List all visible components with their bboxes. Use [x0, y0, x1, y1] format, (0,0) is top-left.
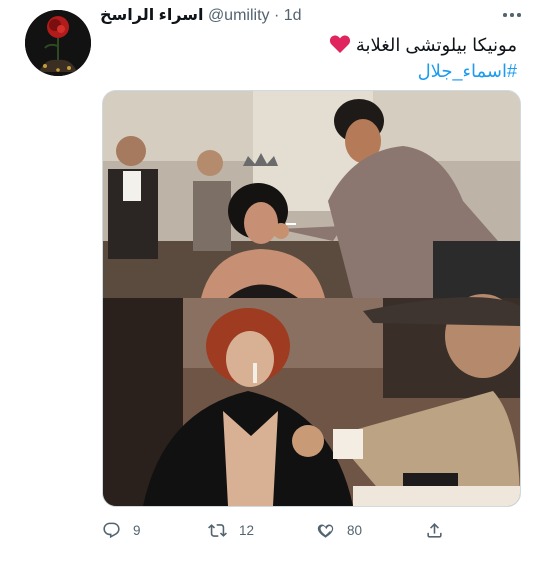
tweet-card[interactable]: اسراء الراسخ @umility · 1d مونيكا بيلوتش…: [0, 0, 547, 561]
retweet-icon: [208, 523, 227, 537]
reply-button[interactable]: 9: [102, 518, 141, 542]
retweet-button[interactable]: 12: [208, 518, 254, 542]
share-button[interactable]: [425, 518, 444, 542]
separator-dot: ·: [273, 7, 280, 24]
red-heart-emoji-icon: [329, 35, 350, 53]
rose-avatar-icon: [25, 10, 91, 76]
reply-count: 9: [133, 522, 141, 538]
user-handle[interactable]: @umility: [208, 7, 270, 24]
tweet-text-line: مونيكا بيلوتشى الغلابة: [329, 32, 517, 58]
avatar[interactable]: [25, 10, 91, 76]
retweet-count: 12: [239, 522, 255, 538]
more-icon[interactable]: [502, 8, 522, 22]
hashtag-link[interactable]: #اسماء_جلال: [329, 58, 517, 84]
top-photo: [103, 91, 520, 298]
photo-collage: [103, 91, 520, 506]
share-icon: [427, 522, 442, 538]
like-count: 80: [347, 522, 363, 538]
bottom-photo: [103, 294, 520, 506]
tweet-body: مونيكا بيلوتشى الغلابة: [355, 35, 517, 55]
display-name[interactable]: اسراء الراسخ: [100, 7, 203, 24]
tweet-actions: 9 12 80: [102, 518, 522, 542]
like-button[interactable]: 80: [316, 518, 362, 542]
tweet-header: اسراء الراسخ @umility · 1d: [100, 6, 302, 26]
like-icon: [317, 523, 334, 538]
tweet-photo[interactable]: [102, 90, 521, 507]
tweet-text: مونيكا بيلوتشى الغلابة #اسماء_جلال: [329, 32, 517, 84]
reply-icon: [103, 522, 120, 538]
tweet-time[interactable]: 1d: [284, 7, 302, 24]
